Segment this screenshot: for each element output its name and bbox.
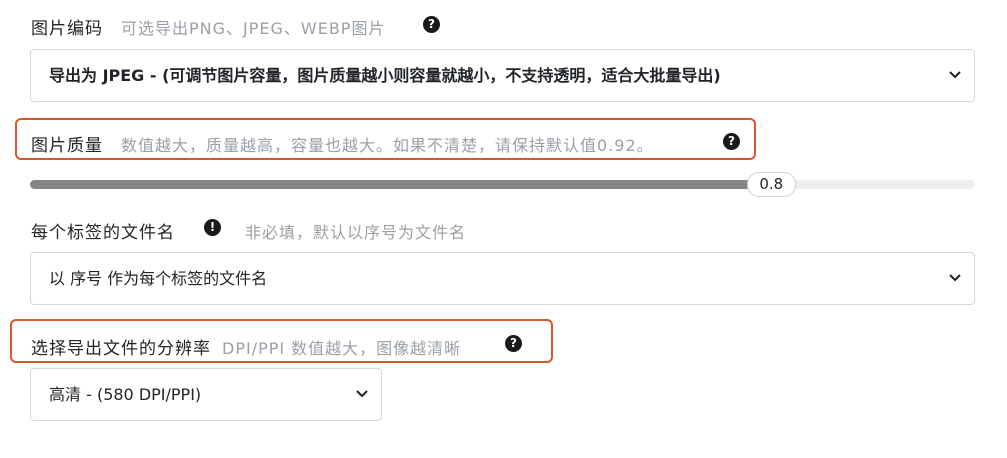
encoding-label: 图片编码	[31, 19, 103, 39]
filename-label: 每个标签的文件名	[31, 223, 175, 243]
chevron-down-icon	[949, 70, 961, 78]
exclamation-circle-icon: !	[204, 219, 221, 236]
question-circle-icon[interactable]: ?	[723, 133, 740, 150]
resolution-hint: DPI/PPI 数值越大，图像越清晰	[222, 339, 462, 358]
filename-hint: 非必填，默认以序号为文件名	[245, 223, 467, 242]
chevron-down-icon	[949, 273, 961, 281]
quality-slider-track[interactable]	[30, 180, 975, 189]
quality-hint: 数值越大，质量越高，容量也越大。如果不清楚，请保持默认值0.92。	[121, 136, 654, 155]
resolution-label: 选择导出文件的分辨率	[31, 339, 211, 359]
encoding-select-value: 导出为 JPEG - (可调节图片容量，图片质量越小则容量就越小，不支持透明，适…	[49, 66, 721, 85]
resolution-select[interactable]: 高清 - (580 DPI/PPI)	[30, 368, 382, 421]
filename-select-value: 以 序号 作为每个标签的文件名	[49, 269, 268, 288]
quality-slider-fill	[30, 180, 772, 189]
question-circle-icon[interactable]: ?	[423, 16, 440, 33]
filename-select[interactable]: 以 序号 作为每个标签的文件名	[30, 252, 975, 305]
encoding-hint: 可选导出PNG、JPEG、WEBP图片	[121, 19, 386, 38]
resolution-select-value: 高清 - (580 DPI/PPI)	[49, 385, 202, 404]
quality-slider-thumb[interactable]: 0.8	[746, 172, 796, 197]
question-circle-icon[interactable]: ?	[505, 335, 522, 352]
chevron-down-icon	[356, 389, 368, 397]
quality-label: 图片质量	[31, 136, 103, 156]
encoding-select[interactable]: 导出为 JPEG - (可调节图片容量，图片质量越小则容量就越小，不支持透明，适…	[30, 49, 975, 102]
